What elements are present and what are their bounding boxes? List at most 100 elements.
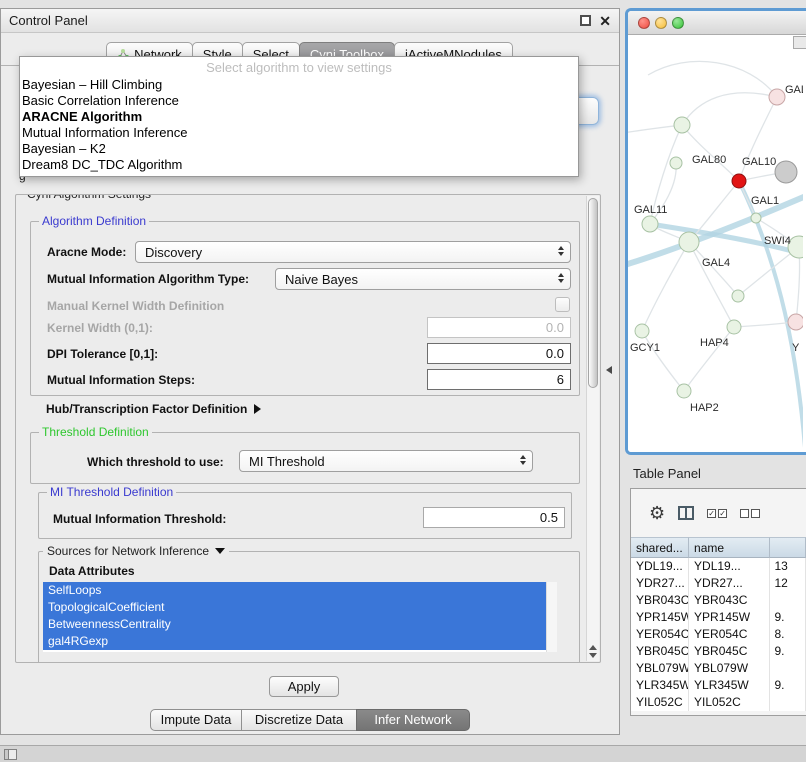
hub-definition-label: Hub/Transcription Factor Definition	[46, 402, 247, 416]
network-node[interactable]	[670, 157, 682, 169]
dock-panel-icon[interactable]	[4, 749, 17, 760]
group-title: MI Threshold Definition	[47, 485, 176, 499]
threshold-select[interactable]: MI Threshold	[239, 450, 533, 472]
network-node[interactable]	[775, 161, 797, 183]
table-panel-title: Table Panel	[633, 466, 701, 481]
kernel-width-field[interactable]: 0.0	[427, 317, 571, 338]
status-bar	[0, 745, 806, 762]
mi-steps-label: Mutual Information Steps:	[47, 373, 195, 387]
tab-infer-network[interactable]: Infer Network	[356, 709, 470, 731]
dropdown-item[interactable]: Dream8 DC_TDC Algorithm	[20, 157, 578, 173]
network-node-label: HAP4	[700, 337, 729, 349]
table-row[interactable]: YIL052C YIL052C	[631, 694, 806, 711]
sources-group: Sources for Network Inference Data Attri…	[38, 551, 580, 663]
clear-selection-icon[interactable]	[740, 509, 760, 518]
mi-steps-field[interactable]: 6	[427, 369, 571, 390]
node-table: shared... name YDL19... YDL19... 13 YDR2…	[631, 537, 806, 711]
control-panel-title: Control Panel	[9, 13, 88, 28]
attribute-item-selected[interactable]: SelfLoops	[43, 582, 546, 599]
table-row[interactable]: YDL19... YDL19... 13	[631, 558, 806, 575]
zoom-traffic-light-icon[interactable]	[672, 17, 684, 29]
dpi-tolerance-field[interactable]: 0.0	[427, 343, 571, 364]
dropdown-item[interactable]: Basic Correlation Inference	[20, 93, 578, 109]
dropdown-item[interactable]: Bayesian – Hill Climbing	[20, 77, 578, 93]
network-edge[interactable]	[682, 93, 777, 125]
network-canvas[interactable]: GAL GAL80 GAL10 GAL11 GAL1 SWI4 GAL4 GCY…	[628, 35, 806, 452]
combo-value: Naive Bayes	[285, 272, 358, 287]
scrollbar-arrows[interactable]	[587, 645, 599, 658]
dropdown-item[interactable]: Bayesian – K2	[20, 141, 578, 157]
float-window-icon[interactable]	[580, 15, 591, 26]
close-window-icon[interactable]: ✕	[599, 14, 611, 28]
network-edge[interactable]	[739, 97, 777, 181]
network-node[interactable]	[677, 384, 691, 398]
network-node[interactable]	[679, 232, 699, 252]
table-row[interactable]: YPR145W YPR145W 9.	[631, 609, 806, 626]
table-row[interactable]: YER054C YER054C 8.	[631, 626, 806, 643]
network-node-selected[interactable]	[732, 174, 746, 188]
attribute-item-selected[interactable]: TopologicalCoefficient	[43, 599, 546, 616]
hub-definition-expander[interactable]: Hub/Transcription Factor Definition	[46, 402, 261, 416]
column-header[interactable]: shared...	[631, 537, 689, 558]
network-node[interactable]	[674, 117, 690, 133]
dropdown-item-selected[interactable]: ARACNE Algorithm	[20, 109, 578, 125]
network-edge[interactable]	[682, 125, 739, 181]
sources-title: Sources for Network Inference	[47, 544, 209, 558]
tab-impute-data[interactable]: Impute Data	[150, 709, 242, 731]
table-row[interactable]: YBR045C YBR045C 9.	[631, 643, 806, 660]
column-header[interactable]: name	[689, 537, 769, 558]
settings-scrollbar[interactable]	[586, 196, 599, 661]
panel-collapse-arrow-icon[interactable]	[606, 366, 612, 374]
combo-arrows-icon	[558, 273, 564, 283]
which-threshold-label: Which threshold to use:	[87, 455, 224, 469]
table-row[interactable]: YDR27... YDR27... 12	[631, 575, 806, 592]
network-edge[interactable]	[642, 331, 684, 391]
settings-gear-icon[interactable]: ⚙	[649, 504, 665, 522]
aracne-mode-label: Aracne Mode:	[47, 245, 126, 259]
sources-collapse-header[interactable]: Sources for Network Inference	[43, 544, 229, 558]
control-panel-titlebar: Control Panel ✕	[1, 9, 619, 33]
combo-value: MI Threshold	[249, 454, 325, 469]
network-node[interactable]	[751, 213, 761, 223]
network-node-label: GAL80	[692, 154, 726, 166]
aracne-mode-select[interactable]: Discovery	[135, 241, 571, 263]
field-value: 0.5	[540, 510, 558, 525]
mi-algorithm-type-select[interactable]: Naive Bayes	[275, 268, 571, 290]
network-window-titlebar[interactable]	[628, 11, 806, 35]
group-title: Cyni Algorithm Settings	[24, 194, 154, 201]
attribute-item-selected[interactable]: BetweennessCentrality	[43, 616, 546, 633]
network-node[interactable]	[642, 216, 658, 232]
network-node[interactable]	[727, 320, 741, 334]
birdseye-toggle-icon[interactable]	[793, 36, 806, 49]
select-all-rows-icon[interactable]: ✓ ✓	[707, 509, 727, 518]
mi-threshold-label: Mutual Information Threshold:	[53, 512, 226, 526]
list-scrollbar[interactable]	[546, 582, 557, 652]
dropdown-placeholder: Select algorithm to view settings	[20, 59, 578, 77]
attribute-item-selected[interactable]: gal4RGexp	[43, 633, 546, 650]
network-edge[interactable]	[648, 61, 777, 97]
expand-arrow-icon	[254, 404, 261, 414]
table-row[interactable]: YBR043C YBR043C	[631, 592, 806, 609]
dropdown-item[interactable]: Mutual Information Inference	[20, 125, 578, 141]
algorithm-dropdown-list: Select algorithm to view settings Bayesi…	[19, 56, 579, 177]
network-node[interactable]	[732, 290, 744, 302]
network-node-label: GAL11	[634, 204, 667, 216]
manual-kernel-width-checkbox[interactable]	[555, 297, 570, 312]
column-visibility-icon[interactable]	[678, 506, 694, 520]
group-title: Algorithm Definition	[39, 214, 149, 228]
minimize-traffic-light-icon[interactable]	[655, 17, 667, 29]
cyni-algorithm-settings-group: Cyni Algorithm Settings Algorithm Defini…	[15, 194, 601, 663]
table-row[interactable]: YLR345W YLR345W 9.	[631, 677, 806, 694]
close-traffic-light-icon[interactable]	[638, 17, 650, 29]
network-node[interactable]	[788, 314, 803, 330]
field-value: 0.0	[546, 346, 564, 361]
field-value: 0.0	[546, 320, 564, 335]
mi-threshold-field[interactable]: 0.5	[423, 507, 565, 528]
network-node[interactable]	[635, 324, 649, 338]
scrollbar-thumb[interactable]	[588, 198, 598, 388]
table-row[interactable]: YBL079W YBL079W	[631, 660, 806, 677]
tab-discretize-data[interactable]: Discretize Data	[241, 709, 357, 731]
apply-button[interactable]: Apply	[269, 676, 339, 697]
column-header[interactable]	[770, 537, 806, 558]
network-node[interactable]	[769, 89, 785, 105]
